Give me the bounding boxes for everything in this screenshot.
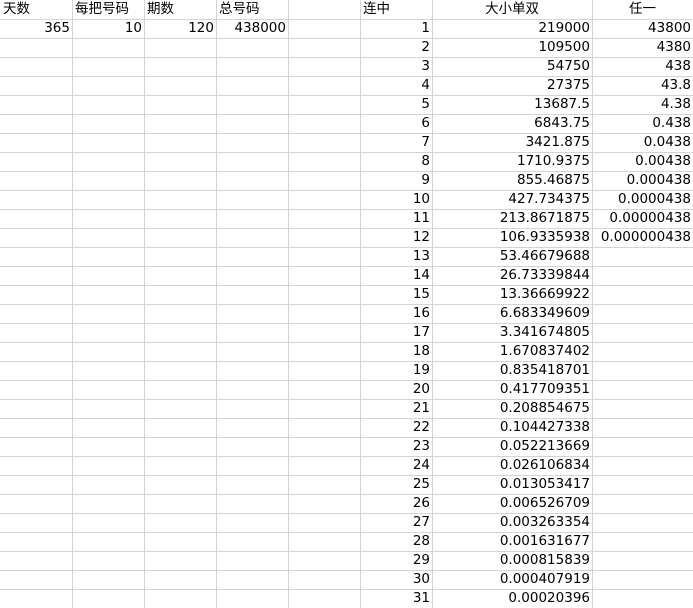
table-cell-daxiaodanshuang[interactable]: 213.8671875: [432, 209, 592, 228]
table-row-index[interactable]: 19: [360, 361, 432, 380]
table-cell-renyi[interactable]: 0.000438: [592, 171, 693, 190]
table-cell-renyi[interactable]: 0.000000438: [592, 228, 693, 247]
table-cell-renyi[interactable]: 438: [592, 57, 693, 76]
table-row-index[interactable]: 29: [360, 551, 432, 570]
spreadsheet-grid: 天数 每把号码 期数 总号码 365 10 120 438000 连中 大小单双 任一 1 219000…: [0, 0, 693, 608]
table-row-index[interactable]: 6: [360, 114, 432, 133]
table-row-index[interactable]: 12: [360, 228, 432, 247]
table-cell-daxiaodanshuang[interactable]: 3.341674805: [432, 323, 592, 342]
table-row-index[interactable]: 7: [360, 133, 432, 152]
table-row-index[interactable]: 14: [360, 266, 432, 285]
table-cell-renyi[interactable]: 0.0438: [592, 133, 693, 152]
header-cell[interactable]: 天数: [0, 0, 72, 19]
value-cell[interactable]: 10: [72, 19, 144, 38]
table-cell-daxiaodanshuang[interactable]: 1710.9375: [432, 152, 592, 171]
table-cell-daxiaodanshuang[interactable]: 0.006526709: [432, 494, 592, 513]
table-cell-daxiaodanshuang[interactable]: 13687.5: [432, 95, 592, 114]
table-row-index[interactable]: 21: [360, 399, 432, 418]
table-cell-renyi[interactable]: 0.0000438: [592, 190, 693, 209]
table-row-index[interactable]: 18: [360, 342, 432, 361]
table-cell-renyi[interactable]: 43800: [592, 19, 693, 38]
table-row-index[interactable]: 31: [360, 589, 432, 608]
table-cell-daxiaodanshuang[interactable]: 3421.875: [432, 133, 592, 152]
table-cell-renyi[interactable]: 4.38: [592, 95, 693, 114]
table-cell-daxiaodanshuang[interactable]: 0.052213669: [432, 437, 592, 456]
table-row-index[interactable]: 9: [360, 171, 432, 190]
table-row-index[interactable]: 13: [360, 247, 432, 266]
table-row-index[interactable]: 20: [360, 380, 432, 399]
table-row-index[interactable]: 8: [360, 152, 432, 171]
table-row-index[interactable]: 15: [360, 285, 432, 304]
table-cell-renyi[interactable]: 4380: [592, 38, 693, 57]
table-row-index[interactable]: 28: [360, 532, 432, 551]
table-cell-daxiaodanshuang[interactable]: 0.001631677: [432, 532, 592, 551]
header-cell-renyi[interactable]: 任一: [592, 0, 693, 19]
table-row-index[interactable]: 24: [360, 456, 432, 475]
table-cell-daxiaodanshuang[interactable]: 0.417709351: [432, 380, 592, 399]
table-cell-daxiaodanshuang[interactable]: 0.026106834: [432, 456, 592, 475]
table-cell-daxiaodanshuang[interactable]: 0.00020396: [432, 589, 592, 608]
table-row-index[interactable]: 10: [360, 190, 432, 209]
table-cell-renyi[interactable]: 0.438: [592, 114, 693, 133]
table-row-index[interactable]: 1: [360, 19, 432, 38]
table-cell-daxiaodanshuang[interactable]: 109500: [432, 38, 592, 57]
table-row-index[interactable]: 26: [360, 494, 432, 513]
table-cell-daxiaodanshuang[interactable]: 0.104427338: [432, 418, 592, 437]
table-row-index[interactable]: 23: [360, 437, 432, 456]
table-row-index[interactable]: 5: [360, 95, 432, 114]
table-cell-daxiaodanshuang[interactable]: 13.36669922: [432, 285, 592, 304]
table-cell-daxiaodanshuang[interactable]: 27375: [432, 76, 592, 95]
header-cell-lianzhong[interactable]: 连中: [360, 0, 432, 19]
table-row-index[interactable]: 11: [360, 209, 432, 228]
value-cell[interactable]: 365: [0, 19, 72, 38]
table-row-index[interactable]: 30: [360, 570, 432, 589]
table-cell-daxiaodanshuang[interactable]: 855.46875: [432, 171, 592, 190]
table-cell-daxiaodanshuang[interactable]: 1.670837402: [432, 342, 592, 361]
table-cell-renyi[interactable]: 0.00000438: [592, 209, 693, 228]
table-row-index[interactable]: 25: [360, 475, 432, 494]
header-cell-daxiaodanshuang[interactable]: 大小单双: [432, 0, 592, 19]
table-cell-daxiaodanshuang[interactable]: 0.003263354: [432, 513, 592, 532]
value-cell[interactable]: 120: [144, 19, 216, 38]
table-row-index[interactable]: 4: [360, 76, 432, 95]
table-cell-daxiaodanshuang[interactable]: 0.208854675: [432, 399, 592, 418]
table-row-index[interactable]: 16: [360, 304, 432, 323]
table-cell-daxiaodanshuang[interactable]: 0.013053417: [432, 475, 592, 494]
table-cell-daxiaodanshuang[interactable]: 219000: [432, 19, 592, 38]
table-cell-daxiaodanshuang[interactable]: 6.683349609: [432, 304, 592, 323]
table-row-index[interactable]: 2: [360, 38, 432, 57]
table-cell-daxiaodanshuang[interactable]: 106.9335938: [432, 228, 592, 247]
header-cell[interactable]: 总号码: [216, 0, 288, 19]
table-cell-daxiaodanshuang[interactable]: 427.734375: [432, 190, 592, 209]
header-cell[interactable]: 期数: [144, 0, 216, 19]
table-cell-daxiaodanshuang[interactable]: 53.46679688: [432, 247, 592, 266]
table-cell-daxiaodanshuang[interactable]: 0.000815839: [432, 551, 592, 570]
table-row-index[interactable]: 3: [360, 57, 432, 76]
table-cell-daxiaodanshuang[interactable]: 26.73339844: [432, 266, 592, 285]
table-cell-daxiaodanshuang[interactable]: 6843.75: [432, 114, 592, 133]
table-cell-daxiaodanshuang[interactable]: 0.835418701: [432, 361, 592, 380]
table-row-index[interactable]: 22: [360, 418, 432, 437]
table-cell-renyi[interactable]: 0.00438: [592, 152, 693, 171]
header-cell[interactable]: 每把号码: [72, 0, 144, 19]
table-row-index[interactable]: 27: [360, 513, 432, 532]
table-row-index[interactable]: 17: [360, 323, 432, 342]
value-cell[interactable]: 438000: [216, 19, 288, 38]
table-cell-renyi[interactable]: 43.8: [592, 76, 693, 95]
table-cell-daxiaodanshuang[interactable]: 0.000407919: [432, 570, 592, 589]
table-cell-daxiaodanshuang[interactable]: 54750: [432, 57, 592, 76]
